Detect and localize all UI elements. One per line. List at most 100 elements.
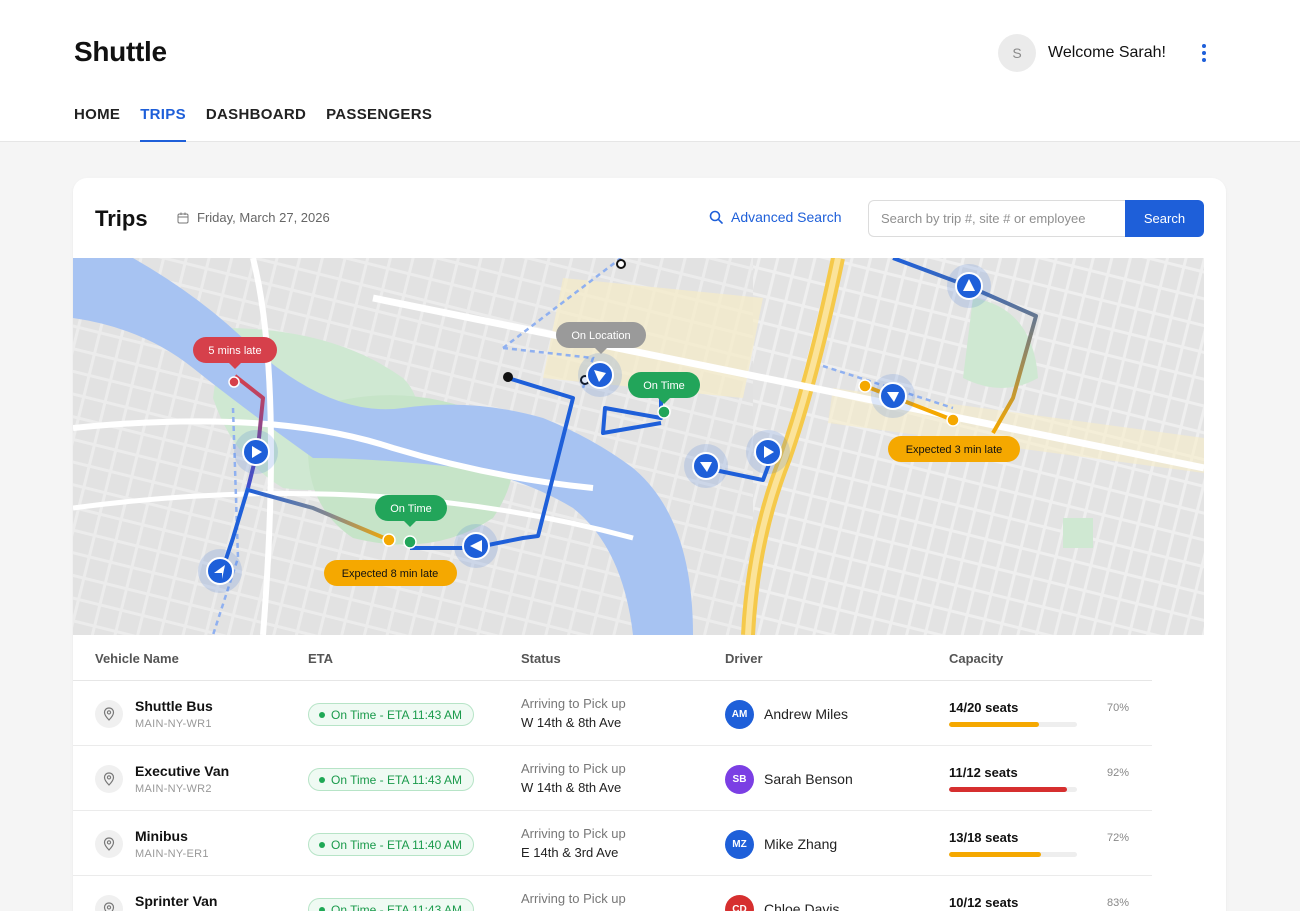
capacity-bar [949,787,1077,792]
capacity-bar-fill [949,787,1067,792]
vehicle-name: Sprinter Van [135,893,218,909]
status-location: W 14th & 8th Ave [521,780,622,795]
expected-late-callout[interactable]: Expected 8 min late [324,560,457,586]
date-text: Friday, March 27, 2026 [197,210,330,225]
stop-marker[interactable] [657,405,671,419]
table-row[interactable]: Executive Van MAIN-NY-WR2 On Time - ETA … [73,746,1152,811]
column-header[interactable]: Driver [725,651,763,666]
capacity-seats: 14/20 seats [949,700,1019,715]
column-header[interactable]: Status [521,651,561,666]
eta-badge: On Time - ETA 11:40 AM [308,833,474,856]
advanced-search-link[interactable]: Advanced Search [709,209,842,225]
on-location-label: On Location [571,330,630,342]
table-body: Shuttle Bus MAIN-NY-WR1 On Time - ETA 11… [73,681,1152,911]
stop-marker[interactable] [616,259,626,269]
capacity-seats: 13/18 seats [949,830,1019,845]
eta-badge: On Time - ETA 11:43 AM [308,898,474,911]
expected-late-label: Expected 8 min late [342,568,439,580]
capacity-percent: 72% [1107,832,1130,844]
avatar[interactable]: S [998,34,1037,72]
vehicle-marker[interactable] [234,430,278,474]
tab-passengers[interactable]: PASSENGERS [326,106,432,142]
table-row[interactable]: Minibus MAIN-NY-ER1 On Time - ETA 11:40 … [73,811,1152,876]
on-time-label: On Time [643,380,685,392]
app-title: Shuttle [74,36,167,67]
stop-marker[interactable] [403,535,417,549]
capacity-bar-fill [949,852,1042,857]
on-time-label: On Time [390,503,432,515]
status-text: Arriving to Pick up [521,826,626,841]
vehicle-marker[interactable] [947,264,991,308]
driver-name: Sarah Benson [764,771,853,787]
late-label: 5 mins late [208,345,261,357]
trips-map[interactable]: 5 mins late On Location On Time On Time … [73,258,1204,635]
stop-marker[interactable] [228,376,240,388]
stop-marker[interactable] [382,533,396,547]
page-title: Trips [95,206,148,231]
capacity-seats: 11/12 seats [949,765,1018,780]
welcome-text: Welcome Sarah! [1048,44,1166,61]
search-input[interactable] [868,200,1125,237]
tab-trips[interactable]: TRIPS [140,106,186,142]
search-icon [709,210,723,224]
vehicle-marker[interactable] [746,430,790,474]
vehicle-marker[interactable] [578,353,622,397]
eta-badge: On Time - ETA 11:43 AM [308,703,474,726]
main-nav: HOME TRIPS DASHBOARD PASSENGERS [74,106,452,142]
stop-marker[interactable] [503,372,513,382]
driver-name: Chloe Davis [764,901,840,911]
eta-badge: On Time - ETA 11:43 AM [308,768,474,791]
calendar-icon [177,212,189,223]
user-menu[interactable]: S Welcome Sarah! [998,34,1166,72]
map-park [1063,518,1093,548]
status-text: Arriving to Pick up [521,761,626,776]
vehicle-marker[interactable] [684,444,728,488]
status-text: Arriving to Pick up [521,891,626,906]
capacity-percent: 92% [1107,767,1130,779]
table-header: Vehicle Name ETA Status Driver Capacity [73,635,1152,681]
vehicle-name: Minibus [135,828,188,844]
stop-marker[interactable] [858,379,872,393]
capacity-bar [949,722,1077,727]
vehicle-code: MAIN-NY-WR2 [135,783,212,795]
driver-name: Mike Zhang [764,836,838,852]
location-pin-icon [95,700,123,728]
status-location: W 14th & 8th Ave [521,715,622,730]
location-pin-icon [95,895,123,911]
driver-avatar[interactable]: AM [725,700,754,729]
vehicle-name: Executive Van [135,763,230,779]
vehicle-marker[interactable] [871,374,915,418]
vehicle-marker[interactable] [454,524,498,568]
status-text: Arriving to Pick up [521,696,626,711]
table-row[interactable]: Sprinter Van On Time - ETA 11:43 AM Arri… [73,876,1152,911]
column-header[interactable]: ETA [308,651,333,666]
trips-table: Vehicle Name ETA Status Driver Capacity … [73,635,1152,911]
status-location: E 14th & 3rd Ave [521,845,619,860]
driver-avatar[interactable]: MZ [725,830,754,859]
search-button[interactable]: Search [1125,200,1204,237]
location-pin-icon [95,830,123,858]
driver-avatar[interactable]: SB [725,765,754,794]
expected-late-callout[interactable]: Expected 3 min late [888,436,1020,462]
column-header[interactable]: Capacity [949,651,1003,666]
driver-name: Andrew Miles [764,706,849,722]
capacity-percent: 83% [1107,897,1130,909]
vehicle-marker[interactable] [198,549,242,593]
capacity-bar [949,852,1077,857]
date-display: Friday, March 27, 2026 [177,210,330,225]
tab-home[interactable]: HOME [74,106,120,142]
column-header[interactable]: Vehicle Name [95,651,179,666]
trips-card: Trips Friday, March 27, 2026 Advanced Se… [73,178,1226,911]
driver-avatar[interactable]: CD [725,895,754,911]
table-row[interactable]: Shuttle Bus MAIN-NY-WR1 On Time - ETA 11… [73,681,1152,746]
vehicle-name: Shuttle Bus [135,698,213,714]
search-bar: Search [868,200,1204,237]
vehicle-code: MAIN-NY-ER1 [135,848,209,860]
advanced-search-label: Advanced Search [731,209,842,225]
stop-marker[interactable] [946,413,960,427]
top-bar: Shuttle S Welcome Sarah! HOME TRIPS DASH… [0,0,1300,142]
tab-dashboard[interactable]: DASHBOARD [206,106,306,142]
map-canvas[interactable]: 5 mins late On Location On Time On Time … [73,258,1204,635]
capacity-percent: 70% [1107,702,1130,714]
more-options-icon[interactable] [1196,42,1212,64]
